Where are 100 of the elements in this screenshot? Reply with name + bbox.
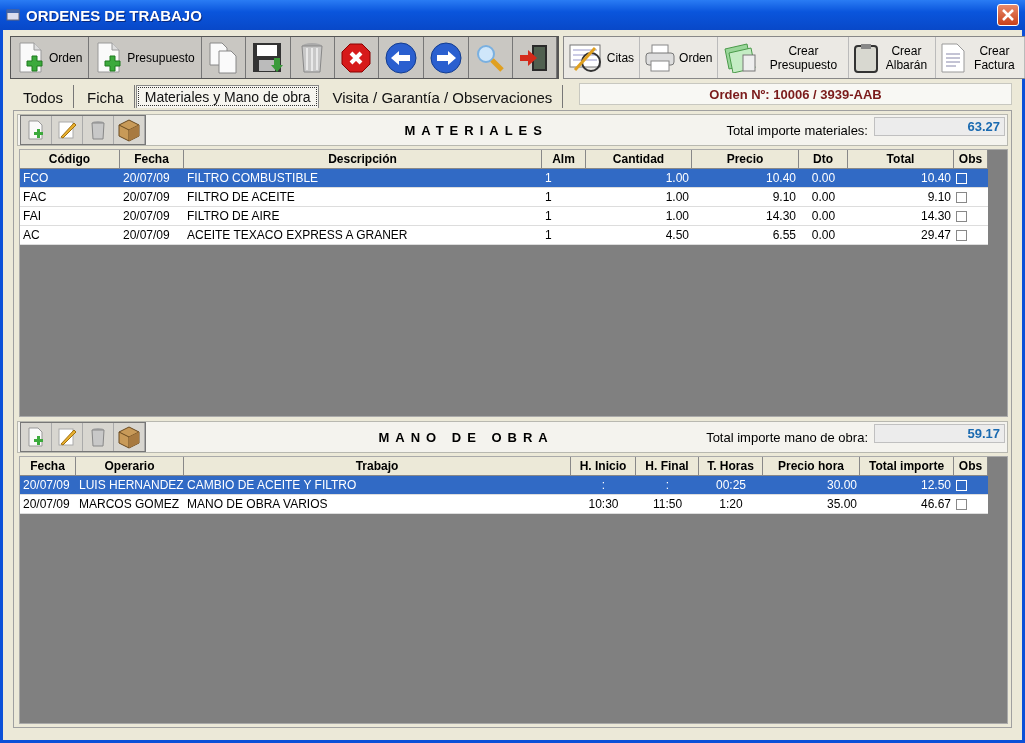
table-cell: 00:25 bbox=[699, 476, 763, 495]
table-cell: 0.00 bbox=[799, 226, 848, 245]
table-cell: 29.47 bbox=[848, 226, 954, 245]
column-header[interactable]: Total importe bbox=[860, 457, 954, 476]
printer-icon bbox=[645, 43, 676, 72]
toolbar-button[interactable]: Presupuesto bbox=[89, 37, 202, 78]
column-header[interactable]: Código bbox=[20, 150, 120, 169]
trash-can-icon bbox=[300, 41, 325, 74]
table-cell: 12.50 bbox=[860, 476, 954, 495]
column-header[interactable]: T. Horas bbox=[699, 457, 763, 476]
add-document-icon bbox=[27, 120, 45, 140]
checkbox[interactable] bbox=[956, 191, 967, 203]
new-document-icon bbox=[95, 41, 124, 74]
table-cell: 20/07/09 bbox=[120, 226, 184, 245]
copy-icon bbox=[208, 41, 239, 74]
table-row[interactable]: 20/07/09 LUIS HERNANDEZ CAMBIO DE ACEITE Y FILTRO : : 00:25 30.00 12.50 bbox=[20, 476, 988, 495]
table-cell: 1:20 bbox=[699, 495, 763, 514]
table-cell: 20/07/09 bbox=[120, 207, 184, 226]
column-header[interactable]: Total bbox=[848, 150, 954, 169]
total-label: Total importe materiales: bbox=[726, 122, 868, 138]
table-cell: 0.00 bbox=[799, 188, 848, 207]
checkbox[interactable] bbox=[956, 210, 967, 222]
checkbox[interactable] bbox=[956, 229, 967, 241]
tab[interactable]: Materiales y Mano de obra bbox=[135, 85, 320, 108]
table-cell: FILTRO COMBUSTIBLE bbox=[184, 169, 542, 188]
table-cell: 20/07/09 bbox=[120, 169, 184, 188]
table-cell: 1.00 bbox=[586, 188, 692, 207]
save-icon bbox=[251, 41, 284, 74]
table-cell: : bbox=[571, 476, 636, 495]
table-cell: 10.40 bbox=[692, 169, 799, 188]
column-header[interactable]: Alm bbox=[542, 150, 586, 169]
table-row[interactable]: 20/07/09 MARCOS GOMEZ MANO DE OBRA VARIOS 10:30 11:50 1:20 35.00 46.67 bbox=[20, 495, 988, 514]
table-cell: ACEITE TEXACO EXPRESS A GRANER bbox=[184, 226, 542, 245]
table-cell: AC bbox=[20, 226, 120, 245]
table-cell: 46.67 bbox=[860, 495, 954, 514]
table-row[interactable]: FAI 20/07/09 FILTRO DE AIRE 1 1.00 14.30 0.00 14.30 bbox=[20, 207, 988, 226]
document-icon bbox=[941, 42, 966, 73]
table-cell: 0.00 bbox=[799, 207, 848, 226]
order-number-label: Orden Nº: 10006 / 3939-AAB bbox=[579, 83, 1012, 105]
section-title: MANO DE OBRA bbox=[377, 429, 555, 445]
column-header[interactable]: Dto bbox=[799, 150, 848, 169]
table-cell: 14.30 bbox=[848, 207, 954, 226]
toolbar-button[interactable]: Crear Presupuesto bbox=[718, 37, 850, 78]
column-header[interactable]: Obs bbox=[954, 150, 988, 169]
toolbar-button[interactable]: Crear Factura bbox=[936, 37, 1025, 78]
table-cell: 30.00 bbox=[763, 476, 860, 495]
toolbar-button[interactable] bbox=[245, 37, 291, 78]
app-icon bbox=[6, 8, 20, 22]
close-button[interactable] bbox=[997, 4, 1019, 26]
table-cell: 6.55 bbox=[692, 226, 799, 245]
table-row[interactable]: FAC 20/07/09 FILTRO DE ACEITE 1 1.00 9.10 0.00 9.10 bbox=[20, 188, 988, 207]
close-icon bbox=[1002, 9, 1014, 21]
box-icon bbox=[117, 425, 141, 449]
table-row[interactable]: AC 20/07/09 ACEITE TEXACO EXPRESS A GRANER 1 4.50 6.55 0.00 29.47 bbox=[20, 226, 988, 245]
edit-pencil-icon bbox=[57, 427, 77, 447]
column-header[interactable]: Precio hora bbox=[763, 457, 860, 476]
column-header[interactable]: Precio bbox=[692, 150, 799, 169]
toolbar-button[interactable] bbox=[378, 37, 424, 78]
table-cell: 20/07/09 bbox=[20, 476, 76, 495]
clipboard-icon bbox=[854, 42, 879, 73]
table-cell: FAC bbox=[20, 188, 120, 207]
table-cell: 9.10 bbox=[692, 188, 799, 207]
table-cell: 1.00 bbox=[586, 207, 692, 226]
checkbox[interactable] bbox=[956, 498, 967, 510]
table-cell: 20/07/09 bbox=[120, 188, 184, 207]
section-title: MATERIALES bbox=[403, 122, 549, 138]
search-icon bbox=[475, 42, 506, 73]
table-cell: MANO DE OBRA VARIOS bbox=[184, 495, 571, 514]
toolbar-button[interactable] bbox=[334, 37, 379, 78]
toolbar-button[interactable]: Orden bbox=[11, 37, 90, 78]
toolbar-button[interactable] bbox=[512, 37, 557, 78]
table-cell: LUIS HERNANDEZ bbox=[76, 476, 184, 495]
table-cell: 9.10 bbox=[848, 188, 954, 207]
table-cell: 10:30 bbox=[571, 495, 636, 514]
total-label: Total importe mano de obra: bbox=[706, 429, 868, 445]
column-header[interactable]: H. Inicio bbox=[571, 457, 636, 476]
table-cell: 1 bbox=[542, 188, 586, 207]
toolbar-button[interactable] bbox=[423, 37, 469, 78]
new-document-icon bbox=[17, 41, 45, 74]
column-header[interactable]: Descripción bbox=[184, 150, 542, 169]
table-cell: FILTRO DE ACEITE bbox=[184, 188, 542, 207]
table-cell: : bbox=[636, 476, 699, 495]
table-cell: 0.00 bbox=[799, 169, 848, 188]
column-header[interactable]: Obs bbox=[954, 457, 988, 476]
table-row[interactable]: FCO 20/07/09 FILTRO COMBUSTIBLE 1 1.00 10.40 0.00 10.40 bbox=[20, 169, 988, 188]
trash-can-icon bbox=[91, 427, 105, 447]
toolbar-button[interactable]: Crear Albarán bbox=[849, 37, 937, 78]
column-header[interactable]: H. Final bbox=[636, 457, 699, 476]
column-header[interactable]: Trabajo bbox=[184, 457, 571, 476]
column-header[interactable]: Fecha bbox=[120, 150, 184, 169]
column-header[interactable]: Cantidad bbox=[586, 150, 692, 169]
column-header[interactable]: Operario bbox=[76, 457, 184, 476]
table-cell: 14.30 bbox=[692, 207, 799, 226]
column-header[interactable]: Fecha bbox=[20, 457, 76, 476]
calendar-icon bbox=[568, 42, 603, 73]
table-cell: 35.00 bbox=[763, 495, 860, 514]
table-cell: FCO bbox=[20, 169, 120, 188]
toolbar-button[interactable]: Citas bbox=[563, 37, 641, 78]
toolbar-button[interactable]: Orden bbox=[640, 37, 719, 78]
table-cell: 1 bbox=[542, 207, 586, 226]
